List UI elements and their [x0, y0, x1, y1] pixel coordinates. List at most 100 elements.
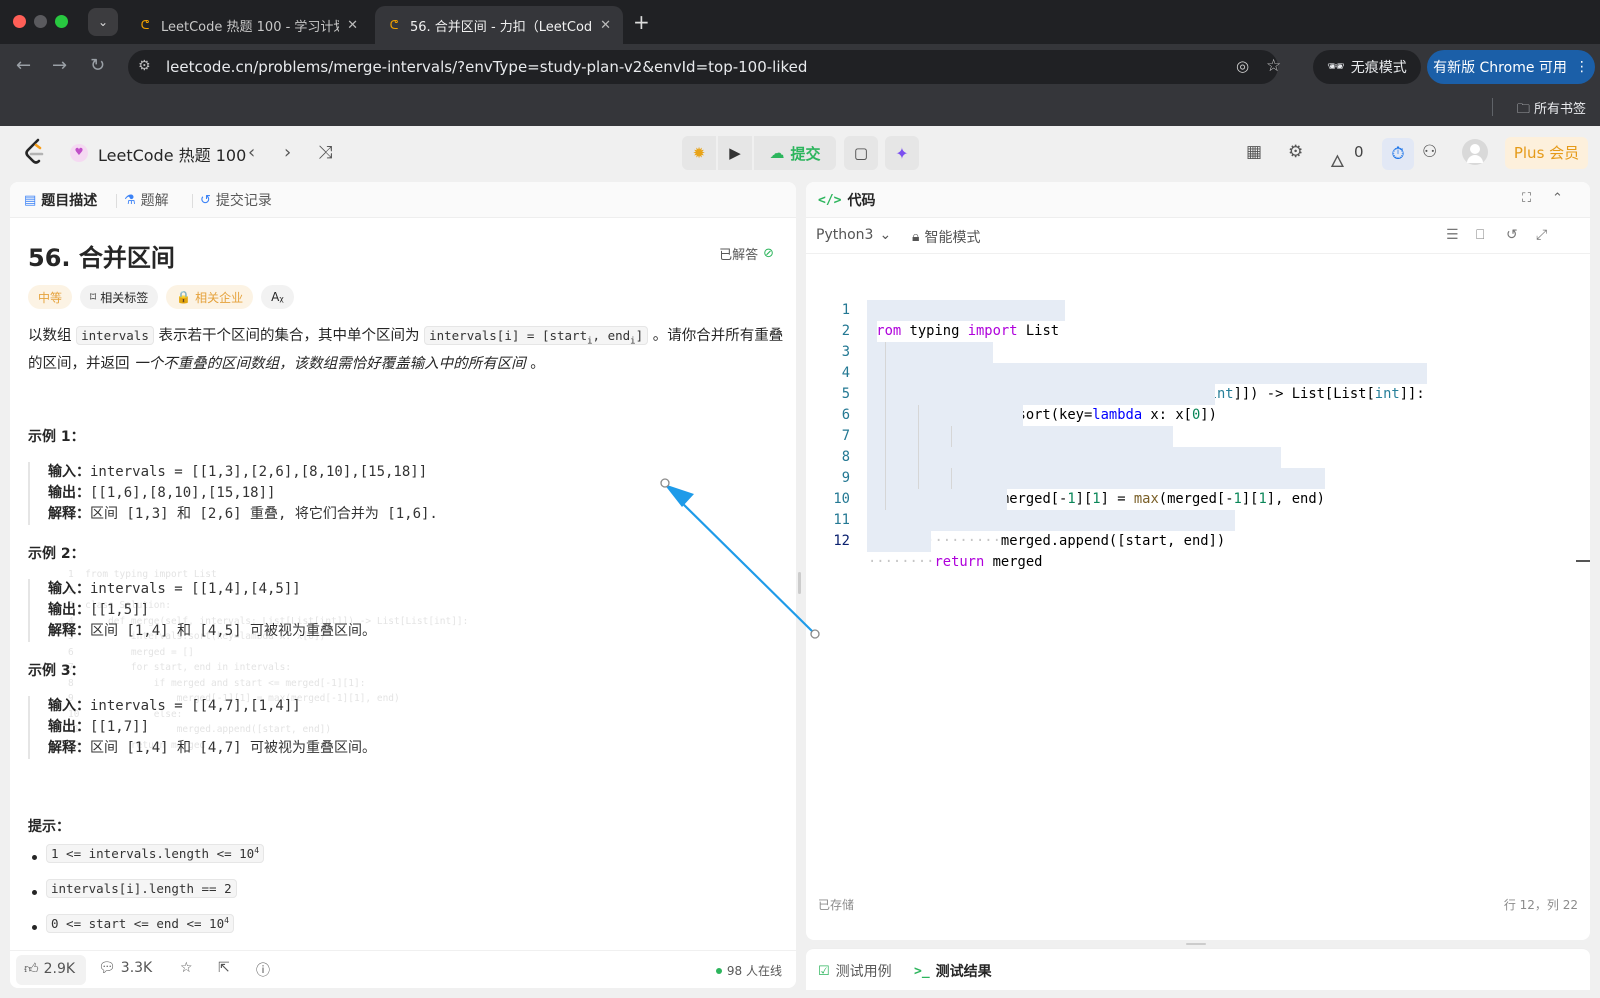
favorite-star-icon[interactable]: ☆: [180, 960, 193, 976]
tab-testcases[interactable]: ☑ 测试用例: [818, 961, 892, 981]
browser-tab-title: LeetCode 热题 100 - 学习计划: [161, 19, 340, 35]
streak-count: 0: [1354, 143, 1364, 161]
leetcode-favicon-icon: ᕦ: [140, 18, 150, 32]
forward-arrow-icon[interactable]: →: [52, 55, 67, 76]
plus-member-button[interactable]: Plus 会员: [1505, 137, 1588, 169]
gear-icon[interactable]: ⚙: [1288, 142, 1303, 162]
problem-footer: 👍︎ 2.9K 💬︎ 3.3K ☆ ⇱ ⓘ 98 人在线: [10, 950, 796, 988]
hint-item: intervals[i].length == 2: [28, 879, 264, 916]
bottom-panel-resize-handle[interactable]: [1186, 943, 1206, 945]
tab-submissions[interactable]: ↺ 提交记录: [200, 190, 272, 210]
address-bar[interactable]: ⚙ leetcode.cn/problems/merge-intervals/?…: [128, 50, 1281, 84]
related-tags-label: 相关标签: [100, 290, 149, 305]
format-lines-icon[interactable]: ☰: [1446, 227, 1459, 243]
hint-code: 1 <= intervals.length <= 104: [46, 844, 265, 864]
reset-undo-icon[interactable]: ↺: [1506, 227, 1518, 243]
code-editor[interactable]: 1 from typing import List 2 3 class Solu…: [806, 258, 1590, 858]
cursor-position: 行 12，列 22: [1503, 898, 1578, 912]
indent-guide: [885, 342, 886, 510]
problem-tags: 中等 ⌑ 相关标签 🔒 相关企业 Aᵪ: [28, 285, 294, 309]
leetcode-logo-icon[interactable]: [22, 138, 48, 166]
hint-code: 0 <= start <= end <= 104: [46, 914, 234, 934]
panel-resize-handle[interactable]: [798, 572, 801, 594]
all-bookmarks-button[interactable]: 🗀 所有书签: [1517, 98, 1586, 122]
incognito-indicator[interactable]: 🕶 无痕模式: [1313, 50, 1421, 84]
collapse-chevron-icon[interactable]: ⌃: [1552, 191, 1563, 206]
hint-text: intervals[i].length == 2: [51, 881, 232, 896]
browser-tab-study-plan[interactable]: ᕦ LeetCode 热题 100 - 学习计划 ✕: [126, 6, 370, 44]
bookmark-icon[interactable]: ⎕: [1476, 227, 1484, 243]
translate-icon[interactable]: Aᵪ: [261, 285, 294, 309]
reload-icon[interactable]: ↻: [90, 55, 105, 76]
help-icon[interactable]: ⓘ: [256, 960, 270, 980]
comments-button[interactable]: 💬︎ 3.3K: [98, 960, 152, 976]
code-line: 12 ········return merged: [806, 489, 1590, 570]
expand-icon[interactable]: ⤢: [1536, 227, 1547, 243]
tab-divider: [116, 194, 117, 208]
note-icon[interactable]: ▢: [844, 136, 878, 170]
tab-description[interactable]: ▤ 题目描述: [24, 190, 97, 210]
back-arrow-icon[interactable]: ←: [16, 55, 31, 76]
desc-code-part: , end: [592, 328, 631, 343]
close-tab-icon[interactable]: ✕: [347, 18, 358, 33]
study-plan-title[interactable]: LeetCode 热题 100: [98, 142, 246, 166]
debug-bug-icon[interactable]: ✹: [682, 136, 716, 170]
example-input-row: 输入：intervals = [[1,3],[2,6],[8,10],[15,1…: [48, 462, 768, 483]
hints-list: 1 <= intervals.length <= 104 intervals[i…: [28, 844, 265, 951]
tab-label: 测试用例: [835, 964, 892, 980]
chrome-update-button[interactable]: 有新版 Chrome 可用 ⋮: [1427, 50, 1595, 84]
language-select[interactable]: Python3 ⌄: [816, 227, 891, 243]
code-line: 8 ············if merged and start <= mer…: [806, 405, 1590, 486]
run-play-icon[interactable]: ▶: [718, 136, 752, 170]
example-title: 示例 2：: [28, 546, 85, 562]
tab-divider: [192, 194, 193, 208]
eye-slash-icon[interactable]: ◎: [1236, 57, 1249, 75]
submit-label: 提交: [790, 144, 821, 163]
prev-problem-icon[interactable]: ‹: [248, 142, 255, 163]
fire-icon[interactable]: 🜂: [1330, 142, 1345, 177]
tab-search-chevron-icon[interactable]: ⌄: [88, 8, 118, 36]
tab-solutions[interactable]: ⚗ 题解: [124, 190, 169, 210]
avatar[interactable]: [1462, 139, 1488, 165]
bookmark-star-icon[interactable]: ☆: [1266, 56, 1281, 76]
related-companies-button[interactable]: 🔒 相关企业: [166, 285, 254, 309]
site-settings-icon[interactable]: ⚙: [138, 58, 151, 74]
like-count: 2.9K: [43, 960, 76, 977]
browser-tab-merge-intervals[interactable]: ᕦ 56. 合并区间 - 力扣（LeetCode） ✕: [375, 6, 623, 44]
desc-code-part: ]: [635, 328, 644, 343]
submit-button[interactable]: ☁ 提交: [754, 136, 836, 170]
tab-test-results[interactable]: >_ 测试结果: [914, 961, 992, 981]
code-brackets-icon: </>: [818, 192, 842, 208]
shuffle-icon[interactable]: ⤨: [318, 142, 332, 163]
new-tab-button[interactable]: +: [633, 10, 650, 34]
code-text: ········return merged: [868, 554, 1043, 570]
maximize-window-button[interactable]: [55, 15, 68, 28]
leetcode-header: ♥ LeetCode 热题 100 ‹ › ⤨ ✹ ▶ ☁ 提交 ▢ ✦ ▦ ⚙…: [0, 126, 1600, 182]
explain-key: 解释：: [48, 740, 90, 756]
example-output-row: 输出：[[1,7]]: [48, 717, 768, 738]
like-button[interactable]: 👍︎ 2.9K: [24, 960, 76, 978]
timer-icon[interactable]: ⏱: [1382, 138, 1414, 170]
scrollbar-marker[interactable]: [1576, 560, 1590, 562]
url-text[interactable]: leetcode.cn/problems/merge-intervals/?en…: [166, 58, 807, 76]
editor-toolbar: Python3 ⌄ 🔒︎ 智能模式 ☰ ⎕ ↺ ⤢: [806, 218, 1590, 254]
ai-sparkle-icon[interactable]: ✦: [885, 136, 919, 170]
smart-mode-toggle[interactable]: 🔒︎ 智能模式: [912, 227, 980, 247]
next-problem-icon[interactable]: ›: [284, 142, 291, 163]
tab-code[interactable]: </> 代码: [818, 190, 875, 210]
add-friend-icon[interactable]: ⚇: [1422, 142, 1437, 162]
indent-guide: [951, 468, 952, 489]
related-tags-button[interactable]: ⌑ 相关标签: [80, 285, 159, 309]
browser-tabbar: ⌄ ᕦ LeetCode 热题 100 - 学习计划 ✕ ᕦ 56. 合并区间 …: [0, 0, 1600, 44]
example-explain-row: 解释：区间 [1,4] 和 [4,5] 可被视为重叠区间。: [48, 621, 768, 642]
layout-grid-icon[interactable]: ▦: [1246, 142, 1262, 162]
close-window-button[interactable]: [13, 15, 26, 28]
share-icon[interactable]: ⇱: [218, 960, 230, 976]
close-tab-icon[interactable]: ✕: [600, 18, 611, 33]
hint-text: 1 <= intervals.length <= 10: [51, 846, 255, 862]
example-block: 输入：intervals = [[1,4],[4,5]] 输出：[[1,5]] …: [28, 579, 768, 642]
output-value: [[1,6],[8,10],[15,18]]: [90, 485, 276, 501]
minimize-window-button[interactable]: [34, 15, 47, 28]
terminal-icon: >_: [914, 963, 930, 979]
fullscreen-icon[interactable]: ⛶: [1522, 191, 1531, 206]
